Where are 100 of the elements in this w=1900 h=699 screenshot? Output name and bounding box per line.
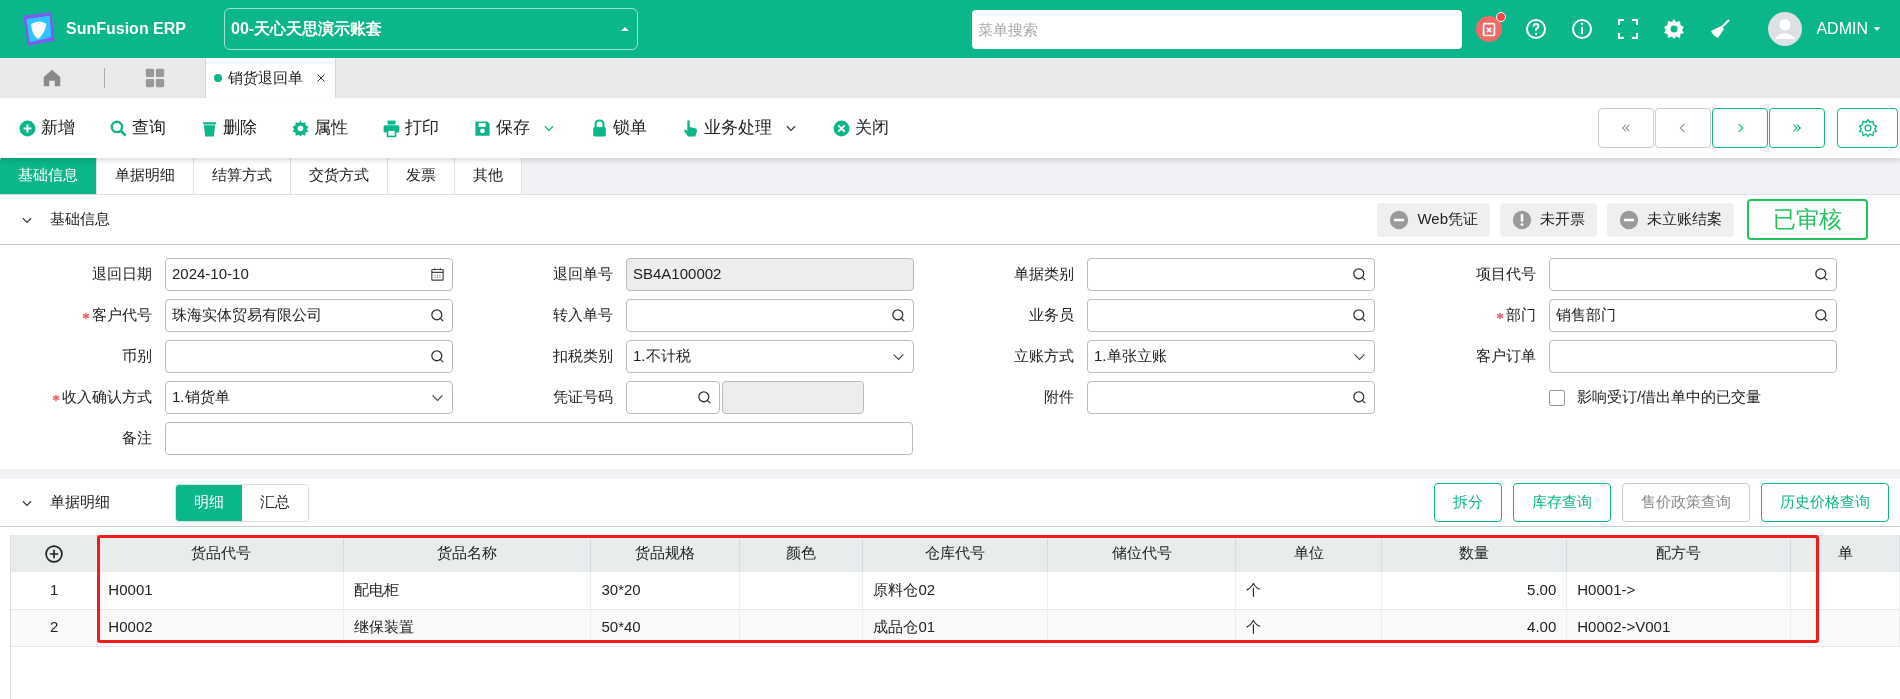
field-label: 币别 [121,346,152,367]
table-cell: 5.00 [1527,581,1557,598]
required-asterisk-icon [82,312,90,321]
search-icon [1351,389,1368,406]
close-icon [315,72,327,84]
input-field[interactable] [165,340,453,373]
column-header[interactable]: 货品名称 [437,544,498,562]
table-cell: 个 [1246,618,1262,636]
input-field[interactable] [1087,258,1375,291]
form-tab[interactable]: 结算方式 [194,157,291,194]
nav-button[interactable] [1769,108,1825,148]
close-circle-icon [832,118,851,138]
search-icon [1351,266,1368,283]
table-cell: H0002 [108,618,153,636]
toolbar-button[interactable]: 关闭 [832,108,923,148]
form-tab[interactable]: 单据明细 [97,157,194,194]
search-icon [890,307,907,324]
input-field[interactable] [626,299,914,332]
calendar-icon [429,266,446,283]
status-badge: 未开票 [1500,202,1597,237]
toolbar-button[interactable]: 属性 [291,108,382,148]
toolbar-button[interactable]: 新增 [18,108,109,148]
section-toggle[interactable]: 单据明细 [20,491,175,514]
column-header[interactable]: 货品规格 [635,544,696,562]
search-field[interactable]: 菜单搜索 [972,9,1463,49]
table-cell: 配电柜 [354,581,400,598]
field-label: 业务员 [1028,305,1074,326]
search-icon [109,118,128,138]
field-label: 立账方式 [1013,346,1074,367]
column-header[interactable]: 单 [1837,544,1853,562]
help-icon [1524,17,1549,41]
toolbar-button[interactable]: 删除 [200,108,291,148]
broom-icon [1708,17,1733,41]
form-tab[interactable]: 其他 [455,157,522,194]
field-label: 备注 [121,428,152,449]
column-header[interactable]: 单位 [1293,544,1324,562]
minus-circle-icon [1389,209,1410,230]
search-icon [696,389,713,406]
approval-stamp: 已审核 [1747,199,1868,240]
pointing-hand-icon [681,118,700,138]
row-number: 1 [50,581,59,598]
column-header[interactable]: 数量 [1458,544,1489,562]
toolbar-button[interactable]: 打印 [382,108,473,148]
app-name: SunFusion ERP [66,19,187,39]
input-field[interactable] [1087,299,1375,332]
section-toggle[interactable]: 基础信息 [20,208,110,231]
minus-circle-icon [1619,209,1639,230]
column-header[interactable]: 储位代号 [1111,544,1172,562]
fullscreen-icon [1616,17,1641,41]
grid-icon [144,67,166,89]
select-field[interactable]: 1.销货单 [165,381,453,414]
nav-button[interactable] [1712,108,1768,148]
table-cell: 4.00 [1527,618,1557,636]
field-label: 客户订单 [1475,346,1536,367]
search-icon [1351,307,1368,324]
input-field[interactable] [626,381,720,414]
input-field[interactable]: 珠海实体贸易有限公司 [165,299,453,332]
plus-circle-icon [18,118,37,138]
settings-button[interactable] [1837,108,1898,148]
exclamation-circle-icon [1512,209,1532,230]
field-label: 部门 [1384,304,1536,327]
form-tab[interactable]: 发票 [388,157,455,194]
document-tab[interactable]: 销货退回单 [205,58,336,98]
column-header[interactable]: 配方号 [1656,544,1702,562]
plus-circle-icon [44,543,65,564]
column-header[interactable]: 颜色 [786,544,817,562]
select-field[interactable]: 1.不计税 [626,340,914,373]
input-field[interactable]: 2024-10-10 [165,258,453,291]
field-label: 退回日期 [91,264,152,285]
input-field[interactable] [1549,258,1837,291]
input-field: SB4A100002 [626,258,914,291]
add-row-button[interactable] [44,543,65,564]
lock-icon [590,118,609,138]
column-header[interactable]: 货品代号 [190,544,251,562]
required-asterisk-icon [1496,312,1504,321]
toolbar-button[interactable]: 保存 [473,108,590,148]
field-label: 单据类别 [1013,264,1074,285]
toolbar-button[interactable]: 锁单 [590,108,681,148]
settings-icon [1662,17,1687,41]
input-field[interactable]: 销售部门 [1549,299,1837,332]
form-tab[interactable]: 交货方式 [291,157,388,194]
gear-icon [291,118,310,138]
toolbar-button[interactable]: 业务处理 [681,108,832,148]
input-field[interactable] [1087,381,1375,414]
table-cell: 50*40 [601,618,641,636]
select-field[interactable]: 1.单张立账 [1087,340,1375,373]
search-icon [429,348,446,365]
toolbar-button[interactable]: 查询 [109,108,200,148]
input-field[interactable] [1549,340,1837,373]
row-number: 2 [50,618,59,636]
table-cell: H0001 [108,581,153,598]
field-label: 退回单号 [552,264,613,285]
checkbox[interactable]: 影响受订/借出单中的已交量 [1549,386,1762,409]
input-field[interactable] [165,422,913,455]
field-label: 凭证号码 [552,387,613,408]
search-icon [1813,266,1830,283]
info-icon [1570,17,1595,41]
table-cell: 个 [1246,581,1262,598]
printer-icon [382,118,401,138]
column-header[interactable]: 仓库代号 [925,544,985,562]
